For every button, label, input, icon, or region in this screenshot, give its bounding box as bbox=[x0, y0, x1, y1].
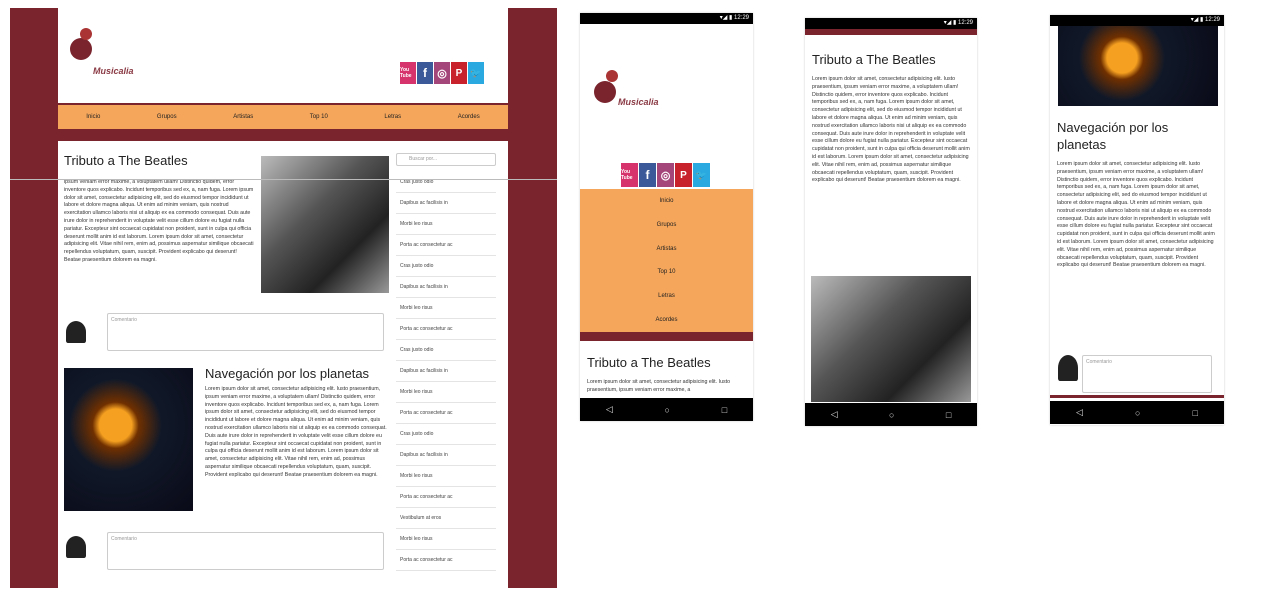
logo-icon[interactable] bbox=[70, 38, 92, 60]
avatar-icon bbox=[66, 536, 86, 558]
social-links: You Tube f ◎ P 🐦 bbox=[400, 62, 484, 84]
recents-icon[interactable]: □ bbox=[1193, 408, 1198, 418]
nav-inicio[interactable]: Inicio bbox=[659, 198, 673, 204]
sidebar-list-item[interactable]: Morbi leo risus bbox=[396, 466, 496, 487]
sidebar-list-item[interactable]: Dapibus ac facilisis in bbox=[396, 445, 496, 466]
comment-field[interactable]: Comentario bbox=[107, 532, 384, 570]
avatar-icon bbox=[1058, 355, 1078, 381]
home-icon[interactable]: ○ bbox=[1135, 408, 1140, 418]
post-text: Lorem ipsum dolor sit amet, consectetur … bbox=[812, 76, 970, 184]
recents-icon[interactable]: □ bbox=[946, 410, 951, 420]
status-bar: ▾◢ ▮ 12:29 bbox=[805, 18, 977, 29]
post-text: Lorem ipsum dolor sit amet, consectetur … bbox=[205, 386, 387, 478]
logo-text: Musicalia bbox=[618, 97, 659, 107]
comment-field[interactable]: Comentario bbox=[107, 313, 384, 351]
sidebar-list-item[interactable]: Dapibus ac facilisis in bbox=[396, 361, 496, 382]
logo-small-disc bbox=[606, 70, 618, 82]
site-header: Musicalia You Tube f ◎ P 🐦 bbox=[58, 8, 508, 103]
home-icon[interactable]: ○ bbox=[665, 405, 670, 415]
nav-top10[interactable]: Top 10 bbox=[310, 114, 328, 120]
sidebar-list-item[interactable]: Cras justo odio bbox=[396, 256, 496, 277]
sidebar-list: Cras justo odio Dapibus ac facilisis in Mo… bbox=[396, 172, 496, 571]
sidebar-list-item[interactable]: Cras justo odio bbox=[396, 424, 496, 445]
post-title: Navegación por los planetas bbox=[1057, 120, 1169, 152]
planets-image bbox=[1058, 26, 1218, 106]
logo-icon[interactable] bbox=[594, 81, 616, 103]
nav-inicio[interactable]: Inicio bbox=[86, 114, 100, 120]
nav-grupos[interactable]: Grupos bbox=[657, 222, 677, 228]
scan-line bbox=[10, 179, 557, 180]
post-title: Navegación por los planetas bbox=[205, 366, 370, 381]
status-bar: ▾◢ ▮ 12:29 bbox=[580, 13, 753, 24]
avatar-icon bbox=[66, 321, 86, 343]
instagram-icon[interactable]: ◎ bbox=[657, 163, 674, 187]
pinterest-icon[interactable]: P bbox=[675, 163, 692, 187]
android-navbar: ◁ ○ □ bbox=[580, 398, 753, 421]
sidebar-list-item[interactable]: Morbi leo risus bbox=[396, 529, 496, 550]
sidebar-list-item[interactable]: Porta ac consectetur ac bbox=[396, 487, 496, 508]
top-bar bbox=[805, 29, 977, 35]
sidebar-list-item[interactable]: Porta ac consectetur ac bbox=[396, 319, 496, 340]
sidebar: Buscar por... Cras justo odio Dapibus ac … bbox=[396, 153, 496, 571]
nav-artistas[interactable]: Artistas bbox=[656, 246, 676, 252]
sidebar-list-item[interactable]: Cras justo odio bbox=[396, 340, 496, 361]
pinterest-icon[interactable]: P bbox=[451, 62, 467, 84]
status-bar: ▾◢ ▮ 12:29 bbox=[1050, 15, 1224, 26]
home-icon[interactable]: ○ bbox=[889, 410, 894, 420]
sidebar-list-item[interactable]: Dapibus ac facilisis in bbox=[396, 277, 496, 298]
sidebar-list-item[interactable]: Porta ac consectetur ac bbox=[396, 235, 496, 256]
nav-acordes[interactable]: Acordes bbox=[458, 114, 480, 120]
divider-bar bbox=[580, 332, 753, 341]
post-title: Tributo a The Beatles bbox=[587, 355, 711, 370]
back-icon[interactable]: ◁ bbox=[1076, 407, 1083, 418]
nav-top10[interactable]: Top 10 bbox=[657, 269, 675, 275]
planets-image bbox=[64, 368, 193, 511]
sidebar-list-item[interactable]: Porta ac consectetur ac bbox=[396, 403, 496, 424]
nav-grupos[interactable]: Grupos bbox=[157, 114, 177, 120]
android-navbar: ◁ ○ □ bbox=[1050, 401, 1224, 424]
logo-small-disc bbox=[80, 28, 92, 40]
nav-acordes[interactable]: Acordes bbox=[655, 317, 677, 323]
logo-text: Musicalia bbox=[93, 66, 134, 76]
beatles-image bbox=[261, 156, 389, 293]
main-nav: Inicio Grupos Artistas Top 10 Letras Aco… bbox=[58, 105, 508, 129]
phone-3: ▾◢ ▮ 12:29 Navegación por los planetas L… bbox=[1050, 15, 1224, 425]
back-icon[interactable]: ◁ bbox=[831, 409, 838, 420]
beatles-image bbox=[811, 276, 971, 402]
post-title: Tributo a The Beatles bbox=[812, 52, 936, 67]
nav-artistas[interactable]: Artistas bbox=[233, 114, 253, 120]
twitter-icon[interactable]: 🐦 bbox=[468, 62, 484, 84]
sidebar-list-item[interactable]: Cras justo odio bbox=[396, 172, 496, 193]
post-text: ipsum veniam error maxime, a voluptatem … bbox=[64, 179, 254, 263]
facebook-icon[interactable]: f bbox=[417, 62, 433, 84]
phone-2: ▾◢ ▮ 12:29 Tributo a The Beatles Lorem i… bbox=[805, 18, 977, 426]
post-text: Lorem ipsum dolor sit amet, consectetur … bbox=[587, 379, 731, 393]
comment-field[interactable]: Comentario bbox=[1082, 355, 1212, 393]
search-input[interactable]: Buscar por... bbox=[396, 153, 496, 166]
social-links: You Tube f ◎ P 🐦 bbox=[621, 163, 710, 187]
youtube-icon[interactable]: You Tube bbox=[621, 163, 638, 187]
bottom-bar bbox=[1050, 395, 1224, 398]
desktop-preview: Musicalia You Tube f ◎ P 🐦 Inicio Grupos… bbox=[10, 8, 557, 588]
phone-1: ▾◢ ▮ 12:29 Musicalia You Tube f ◎ P 🐦 In… bbox=[580, 13, 753, 421]
youtube-icon[interactable]: You Tube bbox=[400, 62, 416, 84]
nav-letras[interactable]: Letras bbox=[658, 293, 675, 299]
facebook-icon[interactable]: f bbox=[639, 163, 656, 187]
post-text: Lorem ipsum dolor sit amet, consectetur … bbox=[1057, 161, 1215, 269]
sidebar-list-item[interactable]: Morbi leo risus bbox=[396, 298, 496, 319]
twitter-icon[interactable]: 🐦 bbox=[693, 163, 710, 187]
back-icon[interactable]: ◁ bbox=[606, 404, 613, 415]
instagram-icon[interactable]: ◎ bbox=[434, 62, 450, 84]
sidebar-list-item[interactable]: Porta ac consectetur ac bbox=[396, 550, 496, 571]
sidebar-list-item[interactable]: Morbi leo risus bbox=[396, 214, 496, 235]
sidebar-list-item[interactable]: Vestibulum at eros bbox=[396, 508, 496, 529]
recents-icon[interactable]: □ bbox=[722, 405, 727, 415]
android-navbar: ◁ ○ □ bbox=[805, 403, 977, 426]
sidebar-list-item[interactable]: Dapibus ac facilisis in bbox=[396, 193, 496, 214]
nav-letras[interactable]: Letras bbox=[384, 114, 401, 120]
content-area: Tributo a The Beatles ipsum veniam error… bbox=[58, 141, 508, 588]
post-title: Tributo a The Beatles bbox=[64, 153, 188, 168]
mobile-nav: Inicio Grupos Artistas Top 10 Letras Aco… bbox=[580, 189, 753, 332]
sidebar-list-item[interactable]: Morbi leo risus bbox=[396, 382, 496, 403]
